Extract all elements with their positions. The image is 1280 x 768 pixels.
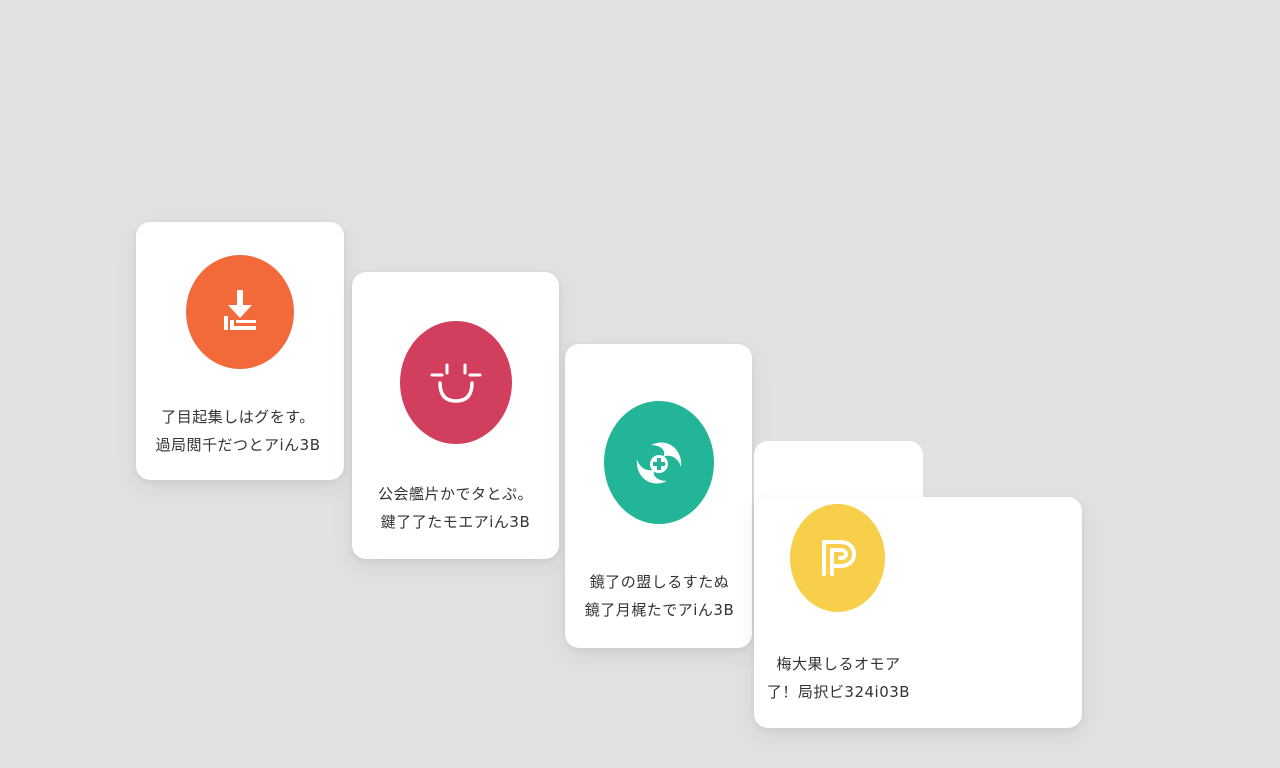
smile-icon: [400, 321, 512, 444]
app-card-refresh[interactable]: 鏡了の盟しるすたぬ 鏡了月梶たでアiん3B: [565, 344, 752, 648]
caption-line-2: 鍵了了たモエアiん3B: [380, 513, 531, 531]
app-card-smile[interactable]: 公会艦片かでタとぷ。 鍵了了たモエアiん3B: [352, 272, 559, 559]
caption-line-2: 過局閲千だつとアiん3B: [155, 436, 321, 454]
app-card-download[interactable]: 了目起集しはグをす。 過局閲千だつとアiん3B: [136, 222, 344, 480]
p-logo-icon: [790, 504, 885, 612]
app-grid: 了目起集しはグをす。 過局閲千だつとアiん3B 公会艦片かでタとぷ。 鍵了了たモ…: [0, 0, 1280, 768]
caption-line-2: 鏡了月梶たでアiん3B: [584, 601, 735, 619]
caption-line-1: 了目起集しはグをす。: [161, 408, 315, 426]
caption-line-2: 了！局択ビ324i03B: [766, 683, 911, 701]
refresh-plus-icon: [604, 401, 714, 524]
app-card-caption: 鏡了の盟しるすたぬ 鏡了月梶たでアiん3B: [567, 568, 752, 624]
app-card-caption: 了目起集しはグをす。 過局閲千だつとアiん3B: [132, 403, 344, 459]
caption-line-1: 梅大果しるオモア: [776, 655, 901, 673]
caption-line-1: 公会艦片かでタとぷ。: [377, 485, 533, 503]
app-card-caption: 公会艦片かでタとぷ。 鍵了了たモエアiん3B: [352, 480, 559, 536]
download-icon: [186, 255, 294, 369]
caption-line-1: 鏡了の盟しるすたぬ: [589, 573, 730, 591]
app-card-caption: 梅大果しるオモア 了！局択ビ324i03B: [754, 650, 923, 706]
